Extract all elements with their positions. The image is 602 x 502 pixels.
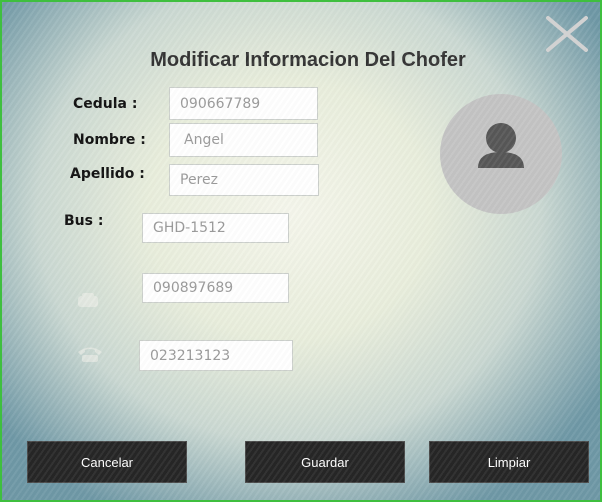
telephone-field[interactable]: 023213123 (139, 340, 293, 371)
mobile-phone-icon (76, 290, 102, 314)
cedula-label: Cedula : (73, 96, 138, 112)
bus-label: Bus : (64, 213, 104, 229)
cedula-field[interactable]: 090667789 (169, 87, 318, 120)
cancel-button[interactable]: Cancelar (27, 441, 187, 483)
dialog-title: Modificar Informacion Del Chofer (150, 49, 466, 71)
bus-field[interactable]: GHD-1512 (142, 213, 289, 243)
nombre-label: Nombre : (73, 132, 146, 148)
clear-button[interactable]: Limpiar (429, 441, 589, 483)
nombre-field[interactable]: Angel (169, 123, 318, 157)
mobile-phone-field[interactable]: 090897689 (142, 273, 289, 303)
save-button[interactable]: Guardar (245, 441, 405, 483)
avatar[interactable] (440, 94, 562, 214)
apellido-label: Apellido : (70, 166, 145, 182)
close-icon[interactable] (545, 16, 589, 52)
telephone-icon (76, 344, 104, 368)
user-icon (478, 123, 524, 168)
edit-driver-dialog: Modificar Informacion Del Chofer Cedula … (0, 0, 602, 502)
apellido-field[interactable]: Perez (169, 164, 319, 196)
